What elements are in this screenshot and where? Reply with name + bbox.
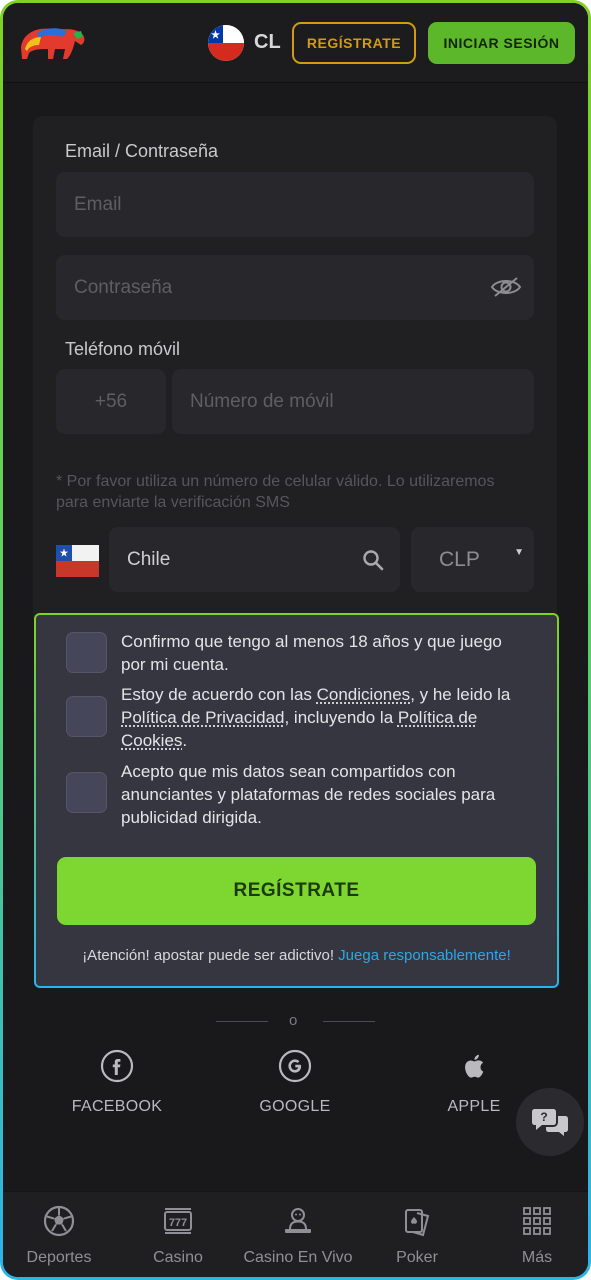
age-checkbox[interactable] bbox=[66, 632, 107, 673]
nav-label-casino: Casino bbox=[153, 1249, 203, 1266]
email-password-label: Email / Contraseña bbox=[65, 141, 219, 161]
terms-prefix: Estoy de acuerdo con las bbox=[121, 685, 317, 704]
email-input[interactable]: Email bbox=[56, 172, 534, 237]
live-dealer-icon bbox=[285, 1208, 311, 1233]
top-header: CL REGÍSTRATE INICIAR SESIÓN bbox=[3, 3, 588, 83]
age-consent-text: Confirmo que tengo al menos 18 años y qu… bbox=[121, 632, 502, 674]
responsible-gaming-link[interactable]: Juega responsablemente! bbox=[338, 947, 511, 964]
terms-middle2: , incluyendo la bbox=[284, 708, 398, 727]
search-icon bbox=[363, 550, 384, 571]
register-button-header[interactable]: REGÍSTRATE bbox=[292, 22, 416, 64]
svg-text:777: 777 bbox=[169, 1217, 187, 1229]
data-sharing-checkbox[interactable] bbox=[66, 772, 107, 813]
currency-value: CLP bbox=[439, 547, 480, 571]
terms-consent-text: Estoy de acuerdo con las Condiciones, y … bbox=[121, 683, 531, 752]
country-value: Chile bbox=[127, 548, 171, 570]
privacy-policy-link[interactable]: Política de Privacidad bbox=[121, 708, 284, 727]
device-frame: CL REGÍSTRATE INICIAR SESIÓN Email / Con… bbox=[0, 0, 591, 1280]
phone-prefix: +56 bbox=[94, 390, 128, 412]
phone-number-input[interactable]: Número de móvil bbox=[172, 369, 534, 434]
brand-logo[interactable] bbox=[15, 19, 89, 63]
gambling-warning: ¡Atención! apostar puede ser adictivo! J… bbox=[36, 947, 557, 964]
eye-off-icon[interactable] bbox=[490, 275, 522, 299]
chevron-down-icon: ▼ bbox=[514, 547, 524, 558]
divider-left bbox=[216, 1021, 268, 1022]
consent-panel: Confirmo que tengo al menos 18 años y qu… bbox=[34, 613, 559, 988]
facebook-login-button[interactable]: FACEBOOK bbox=[42, 1049, 192, 1116]
phone-prefix-field[interactable]: +56 bbox=[56, 369, 166, 434]
phone-helper-text: * Por favor utiliza un número de celular… bbox=[56, 473, 495, 511]
nav-item-mas[interactable]: Más bbox=[478, 1204, 588, 1267]
register-submit-button[interactable]: REGÍSTRATE bbox=[57, 857, 536, 925]
country-select[interactable]: Chile bbox=[109, 527, 400, 592]
divider-right bbox=[323, 1021, 375, 1022]
phone-label: Teléfono móvil bbox=[65, 339, 181, 359]
terms-middle: , y he leido la bbox=[410, 685, 511, 704]
chat-support-button[interactable]: ? bbox=[516, 1088, 584, 1156]
nav-label-casino-en-vivo: Casino En Vivo bbox=[243, 1249, 353, 1266]
email-placeholder: Email bbox=[74, 193, 122, 215]
bottom-navigation: Deportes 777 Casino Casino En Vivo Poker… bbox=[3, 1191, 588, 1277]
google-login-button[interactable]: GOOGLE bbox=[220, 1049, 370, 1116]
nav-label-poker: Poker bbox=[396, 1249, 438, 1266]
grid-menu-icon bbox=[523, 1207, 551, 1235]
chile-flag-icon bbox=[56, 545, 99, 577]
nav-label-mas: Más bbox=[521, 1249, 553, 1266]
google-icon bbox=[278, 1049, 312, 1083]
facebook-icon bbox=[100, 1049, 134, 1083]
nav-item-deportes[interactable]: Deportes bbox=[3, 1204, 118, 1267]
nav-item-casino-en-vivo[interactable]: Casino En Vivo bbox=[239, 1204, 357, 1267]
playing-cards-icon bbox=[405, 1209, 430, 1237]
terms-checkbox[interactable] bbox=[66, 696, 107, 737]
apple-icon bbox=[465, 1054, 484, 1078]
phone-number-placeholder: Número de móvil bbox=[190, 390, 334, 412]
country-code[interactable]: CL bbox=[254, 31, 281, 54]
chat-icon: ? bbox=[532, 1109, 568, 1136]
terms-suffix: . bbox=[182, 731, 188, 750]
soccer-ball-icon bbox=[43, 1205, 75, 1237]
app-screen: CL REGÍSTRATE INICIAR SESIÓN Email / Con… bbox=[3, 3, 588, 1277]
google-label: GOOGLE bbox=[259, 1098, 331, 1115]
chile-flag-icon[interactable] bbox=[208, 25, 244, 61]
password-placeholder: Contraseña bbox=[74, 276, 173, 298]
terms-link[interactable]: Condiciones bbox=[317, 685, 411, 704]
password-input[interactable]: Contraseña bbox=[56, 255, 534, 320]
svg-text:?: ? bbox=[540, 1110, 547, 1124]
facebook-label: FACEBOOK bbox=[71, 1098, 163, 1115]
warning-text: ¡Atención! apostar puede ser adictivo! bbox=[82, 947, 339, 964]
login-button[interactable]: INICIAR SESIÓN bbox=[428, 22, 575, 64]
nav-label-deportes: Deportes bbox=[26, 1249, 92, 1266]
currency-select[interactable]: CLP ▼ bbox=[411, 527, 534, 592]
slot-machine-icon: 777 bbox=[164, 1208, 192, 1234]
divider-or-text: o bbox=[289, 1012, 298, 1029]
nav-item-poker[interactable]: Poker bbox=[358, 1204, 476, 1267]
nav-item-casino[interactable]: 777 Casino bbox=[119, 1204, 237, 1267]
data-sharing-consent-text: Acepto que mis datos sean compartidos co… bbox=[121, 762, 496, 827]
